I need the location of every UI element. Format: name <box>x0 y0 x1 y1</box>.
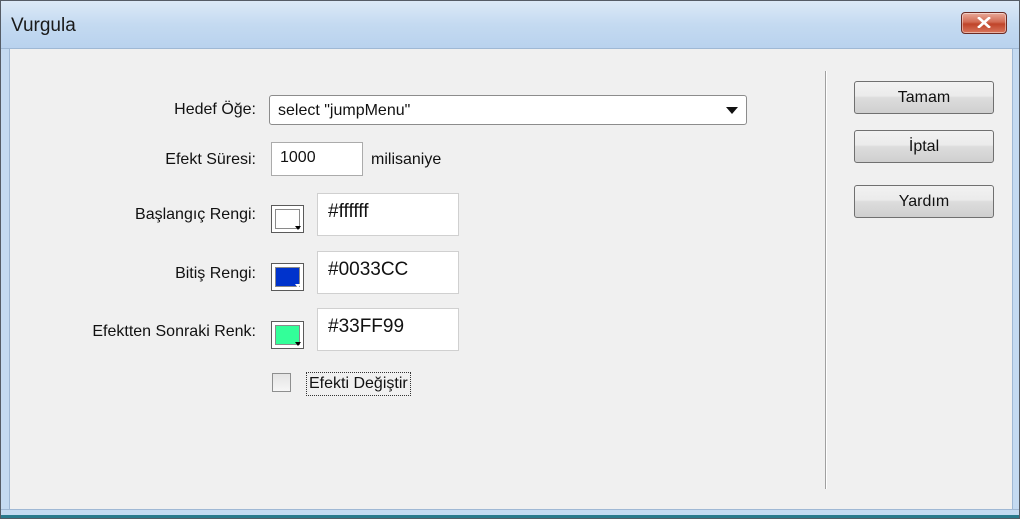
ok-button[interactable]: Tamam <box>854 81 994 114</box>
chevron-down-icon <box>295 226 301 230</box>
cancel-button[interactable]: İptal <box>854 130 994 163</box>
start-color-swatch[interactable] <box>271 205 304 233</box>
chevron-down-icon <box>295 284 301 288</box>
duration-input[interactable]: 1000 <box>271 142 363 176</box>
target-element-select[interactable]: select "jumpMenu" <box>269 95 747 125</box>
close-button[interactable] <box>961 12 1007 34</box>
duration-label: Efekt Süresi: <box>165 151 256 168</box>
window-bottom-edge <box>1 515 1019 518</box>
toggle-effect-checkbox[interactable] <box>272 373 291 392</box>
start-color-label: Başlangıç Rengi: <box>135 206 256 223</box>
end-color-swatch[interactable] <box>271 263 304 291</box>
end-color-hex[interactable]: #0033CC <box>317 251 459 294</box>
start-color-hex[interactable]: #ffffff <box>317 193 459 236</box>
after-color-hex[interactable]: #33FF99 <box>317 308 459 351</box>
help-button[interactable]: Yardım <box>854 185 994 218</box>
duration-unit: milisaniye <box>371 151 442 168</box>
dialog-window: Vurgula Hedef Öğe: Efekt Süresi: Başlang… <box>0 0 1020 519</box>
title-bar[interactable]: Vurgula <box>1 1 1019 49</box>
end-color-label: Bitiş Rengi: <box>175 265 256 282</box>
target-label: Hedef Öğe: <box>174 101 256 118</box>
window-title: Vurgula <box>11 15 76 36</box>
toggle-effect-label[interactable]: Efekti Değiştir <box>306 372 411 396</box>
chevron-down-icon <box>726 107 738 114</box>
after-color-swatch[interactable] <box>271 321 304 349</box>
close-icon <box>977 17 991 28</box>
vertical-divider <box>825 71 826 489</box>
after-color-label: Efektten Sonraki Renk: <box>92 323 256 340</box>
chevron-down-icon <box>295 342 301 346</box>
window-frame-left <box>1 49 9 511</box>
target-element-value: select "jumpMenu" <box>278 102 411 119</box>
